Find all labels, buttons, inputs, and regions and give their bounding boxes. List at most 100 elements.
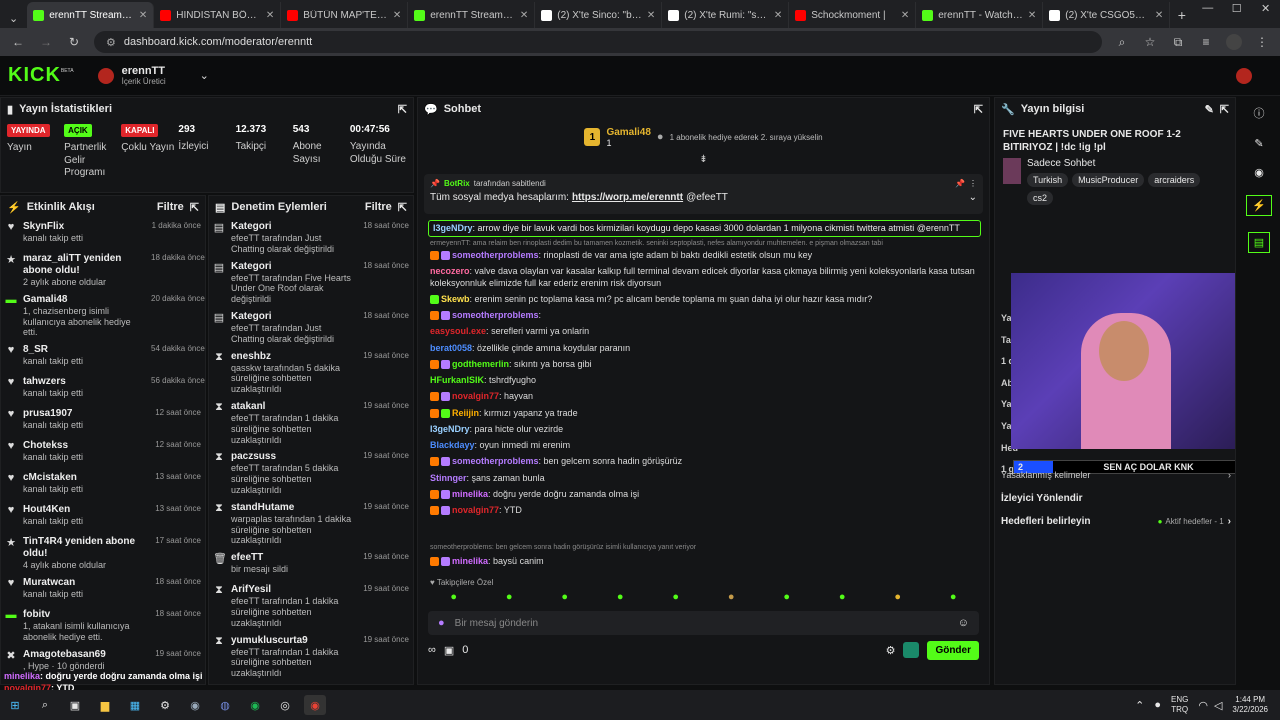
- profile-avatar[interactable]: [1226, 34, 1242, 50]
- mic-icon[interactable]: ●: [438, 617, 445, 629]
- close-tab-icon[interactable]: ✕: [774, 10, 782, 21]
- browser-tab[interactable]: Schockmoment | ✕: [789, 2, 917, 28]
- emote-icon[interactable]: ●: [506, 591, 513, 605]
- feed-item-name[interactable]: Chotekss: [23, 440, 145, 452]
- feed-item-name[interactable]: ArifYesil: [231, 584, 353, 596]
- message-user[interactable]: Stinnger: [430, 473, 467, 483]
- chevron-down-icon[interactable]: ⌄: [200, 69, 209, 82]
- browser-tab[interactable]: HİNDİSTAN BÖLÜM 2 ✕: [154, 2, 282, 28]
- file-explorer-icon[interactable]: ▆: [94, 695, 116, 715]
- tag-chip[interactable]: MusicProducer: [1072, 173, 1145, 187]
- tag-chip[interactable]: cs2: [1027, 191, 1054, 205]
- back-icon[interactable]: ←: [10, 35, 26, 49]
- message-user[interactable]: minelika: [452, 489, 488, 499]
- moderation-filter-button[interactable]: Filtre: [365, 201, 392, 213]
- popout-icon[interactable]: ⇱: [1220, 103, 1229, 116]
- close-tab-icon[interactable]: ✕: [1155, 10, 1163, 21]
- feed-item-name[interactable]: Hout4Ken: [23, 504, 145, 516]
- feed-item-name[interactable]: paczsuss: [231, 451, 353, 463]
- popout-icon[interactable]: ⇱: [398, 201, 407, 214]
- emote-icon[interactable]: ●: [894, 591, 901, 605]
- spotify-icon[interactable]: ◉: [244, 695, 266, 715]
- feed-item-name[interactable]: cMcistaken: [23, 472, 145, 484]
- mic-tray-icon[interactable]: ●: [1154, 699, 1161, 711]
- windows-start-icon[interactable]: ⊞: [4, 695, 26, 715]
- search-icon[interactable]: ⌕: [34, 695, 56, 715]
- feed-item-name[interactable]: Amagotebasan69: [23, 649, 145, 661]
- message-user[interactable]: Skewb: [441, 294, 470, 304]
- emote-icon[interactable]: ●: [450, 591, 457, 605]
- kick-logo[interactable]: KICK: [8, 64, 61, 87]
- reload-icon[interactable]: ↻: [66, 35, 82, 49]
- feed-item-name[interactable]: TinT4R4 yeniden abone oldu!: [23, 536, 145, 560]
- emote-icon[interactable]: ●: [617, 591, 624, 605]
- feed-item-name[interactable]: standHutame: [231, 502, 353, 514]
- popout-icon[interactable]: ⇱: [398, 103, 407, 116]
- message-user[interactable]: necozero: [430, 266, 470, 276]
- wifi-icon[interactable]: ◠: [1198, 699, 1208, 712]
- steam-icon[interactable]: ◉: [184, 695, 206, 715]
- new-tab-button[interactable]: +: [1170, 2, 1193, 28]
- feed-item-name[interactable]: Kategori: [231, 311, 353, 323]
- obs-icon[interactable]: ◎: [274, 695, 296, 715]
- chevron-right-icon[interactable]: ›: [1228, 516, 1231, 527]
- language-indicator[interactable]: ENG TRQ: [1171, 695, 1188, 714]
- message-user[interactable]: novalgin77: [452, 505, 499, 515]
- message-user[interactable]: novalgin77: [452, 391, 499, 401]
- expand-icon[interactable]: ⌄: [969, 192, 977, 203]
- browser-tab[interactable]: (2) X'te Rumi: "sadece ✕: [662, 2, 790, 28]
- edit-icon[interactable]: ✎: [1205, 103, 1214, 116]
- bookmark-star-icon[interactable]: ☆: [1142, 35, 1158, 49]
- tab-list-icon[interactable]: ⌄: [4, 8, 23, 28]
- feed-item-name[interactable]: maraz_aliTT yeniden abone oldu!: [23, 253, 145, 277]
- highlighted-message[interactable]: I3geNDry: arrow diye bir lavuk vardi bos…: [428, 220, 981, 237]
- feed-item-name[interactable]: efeeTT: [231, 552, 353, 564]
- message-user[interactable]: godthemerlin: [452, 359, 509, 369]
- tray-chevron-icon[interactable]: ⌃: [1135, 699, 1144, 712]
- emote-icon[interactable]: ●: [839, 591, 846, 605]
- message-user[interactable]: someotherproblems: [452, 250, 539, 260]
- user-avatar[interactable]: [1236, 67, 1252, 84]
- send-button[interactable]: Gönder: [927, 640, 979, 660]
- close-tab-icon[interactable]: ✕: [393, 10, 401, 21]
- pinned-link[interactable]: https://worp.me/erenntt: [572, 192, 683, 203]
- collapse-icon[interactable]: ⇟: [418, 154, 989, 166]
- tag-chip[interactable]: arcraiders: [1148, 173, 1201, 187]
- browser-menu-icon[interactable]: ⋮: [1254, 35, 1270, 49]
- close-tab-icon[interactable]: ✕: [520, 10, 528, 21]
- popout-icon[interactable]: ⇱: [974, 103, 983, 116]
- more-icon[interactable]: ⋮: [969, 179, 977, 188]
- feed-item-name[interactable]: SkynFlix: [23, 221, 145, 233]
- tag-chip[interactable]: Turkish: [1027, 173, 1069, 187]
- popout-icon[interactable]: ⇱: [190, 201, 199, 214]
- infinity-icon[interactable]: ∞: [428, 644, 436, 656]
- banned-words-row[interactable]: Yasaklanmış kelimeler ›: [1001, 470, 1231, 480]
- channel-switcher[interactable]: erennTT İçerik Üretici ⌄: [97, 65, 209, 86]
- message-user[interactable]: minelika: [452, 556, 488, 566]
- close-window-button[interactable]: ✕: [1251, 2, 1280, 28]
- chat-input[interactable]: ● Bir mesaj gönderin ☺: [428, 611, 979, 636]
- message-user[interactable]: easysoul.exe: [430, 326, 486, 336]
- browser-tab[interactable]: erennTT Stream - Watch ✕: [408, 2, 536, 28]
- message-user[interactable]: berat0058: [430, 343, 472, 353]
- zoom-icon[interactable]: ⌕: [1114, 35, 1130, 50]
- close-tab-icon[interactable]: ✕: [647, 10, 655, 21]
- document-icon[interactable]: ▤: [1247, 232, 1271, 253]
- message-user[interactable]: Reiijin: [452, 408, 479, 418]
- activity-filter-button[interactable]: Filtre: [157, 201, 184, 213]
- browser-tab[interactable]: erennTT Stream - Kick ✕: [27, 2, 155, 28]
- feed-item-name[interactable]: Kategori: [231, 261, 353, 273]
- emote-icon[interactable]: ●: [561, 591, 568, 605]
- site-info-icon[interactable]: ⚙: [106, 36, 116, 49]
- chevron-right-icon[interactable]: ›: [1228, 470, 1231, 480]
- emote-icon[interactable]: ●: [783, 591, 790, 605]
- close-tab-icon[interactable]: ✕: [139, 10, 147, 21]
- camera-icon[interactable]: ◉: [1254, 166, 1264, 179]
- viewer-redirect-row[interactable]: İzleyici Yönlendir: [1001, 493, 1083, 504]
- forward-icon[interactable]: →: [38, 35, 54, 49]
- settings-icon[interactable]: ⚙: [886, 644, 896, 657]
- feed-item-name[interactable]: fobitv: [23, 609, 145, 621]
- feed-item-name[interactable]: yumukluscurta9: [231, 635, 353, 647]
- volume-icon[interactable]: ◁: [1214, 699, 1222, 712]
- browser-tab[interactable]: (2) X'te CSGO500: "W ✕: [1043, 2, 1171, 28]
